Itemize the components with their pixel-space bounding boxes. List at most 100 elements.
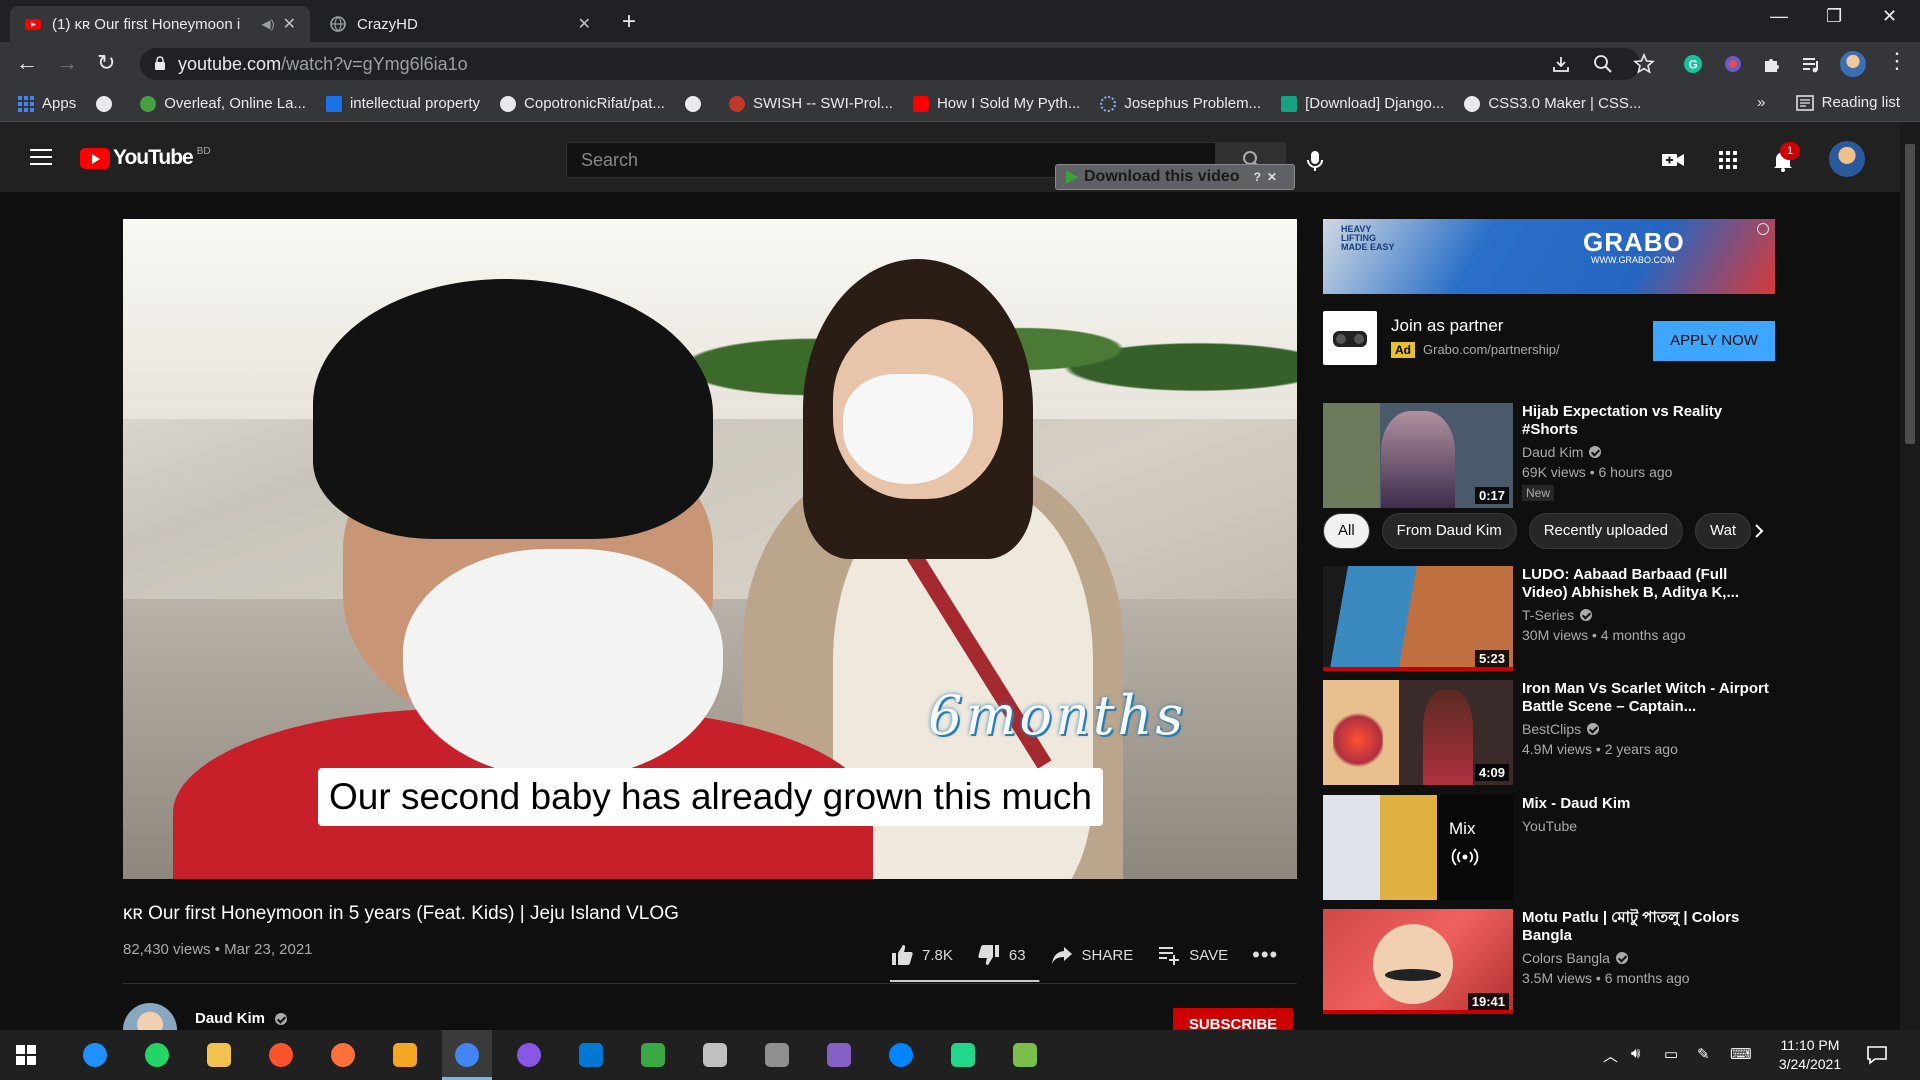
taskbar-app[interactable] (256, 1030, 306, 1080)
browser-menu-icon[interactable]: ⋮ (1886, 50, 1908, 72)
bookmark-youtube-video[interactable]: How I Sold My Pyth... (912, 95, 1080, 112)
account-avatar[interactable] (1829, 141, 1865, 177)
action-center-icon[interactable] (1866, 1045, 1888, 1065)
taskbar-app[interactable] (380, 1030, 430, 1080)
taskbar-clock[interactable]: 11:10 PM 3/24/2021 (1770, 1036, 1850, 1074)
tab-crazyhd[interactable]: CrazyHD ✕ (315, 6, 605, 42)
taskbar-app[interactable] (752, 1030, 802, 1080)
apply-now-button[interactable]: APPLY NOW (1653, 321, 1775, 361)
video-thumbnail[interactable]: 5:23 (1323, 566, 1513, 671)
bookmark-globe-2[interactable] (684, 95, 709, 112)
taskbar-app[interactable] (70, 1030, 120, 1080)
ad-info-icon[interactable] (1757, 223, 1769, 235)
install-icon[interactable] (1550, 53, 1572, 75)
windows-taskbar: ︿ 🔊︎ ▭ ✎ ⌨ 11:10 PM 3/24/2021 (0, 1030, 1920, 1080)
recommended-video[interactable]: 5:23 LUDO: Aabaad Barbaad (Full Video) A… (1323, 566, 1775, 674)
ad-card[interactable]: Join as partner Ad Grabo.com/partnership… (1323, 311, 1775, 367)
taskbar-app[interactable] (318, 1030, 368, 1080)
vscode-icon (579, 1043, 603, 1067)
taskbar-app[interactable] (628, 1030, 678, 1080)
grammarly-extension-icon[interactable]: G (1682, 53, 1704, 75)
bookmark-django[interactable]: [Download] Django... (1281, 95, 1444, 112)
recommended-video[interactable]: 0:17 Hijab Expectation vs Reality #Short… (1323, 403, 1775, 511)
taskbar-app[interactable] (814, 1030, 864, 1080)
download-help-icon[interactable]: ? (1254, 170, 1261, 184)
new-tab-button[interactable]: + (622, 8, 636, 36)
recommended-video[interactable]: 4:09 Iron Man Vs Scarlet Witch - Airport… (1323, 680, 1775, 788)
chip-recently-uploaded[interactable]: Recently uploaded (1528, 513, 1683, 549)
like-button[interactable]: 7.8K (890, 943, 953, 967)
video-thumbnail[interactable]: 4:09 (1323, 680, 1513, 785)
tab-close-icon[interactable]: ✕ (283, 14, 296, 34)
taskbar-app[interactable] (442, 1030, 492, 1080)
chip-from-channel[interactable]: From Daud Kim (1381, 513, 1517, 549)
taskbar-app[interactable] (938, 1030, 988, 1080)
youtube-logo[interactable]: YouTube BD (80, 146, 211, 170)
pen-icon[interactable]: ✎ (1697, 1045, 1710, 1063)
puzzle-extensions-icon[interactable] (1761, 53, 1783, 75)
tray-expand-icon[interactable]: ︿ (1603, 1045, 1618, 1066)
extension-icon[interactable] (1722, 53, 1744, 75)
bookmark-globe-1[interactable] (96, 95, 120, 112)
chevron-right-icon[interactable] (1750, 522, 1768, 540)
back-button[interactable]: ← (16, 52, 38, 74)
create-video-icon[interactable] (1660, 148, 1686, 172)
restore-button[interactable]: ❐ (1826, 6, 1842, 27)
recommended-mix[interactable]: Mix Mix - Daud Kim YouTube (1323, 795, 1775, 903)
ad-banner[interactable]: HEAVY LIFTING MADE EASY GRABO WWW.GRABO.… (1323, 219, 1775, 294)
tab-audio-icon[interactable]: ◀) (261, 17, 274, 31)
zoom-icon[interactable] (1592, 53, 1614, 75)
more-actions-icon[interactable]: ••• (1252, 942, 1278, 968)
taskbar-app[interactable] (194, 1030, 244, 1080)
youtube-icon (912, 95, 929, 112)
bookmark-josephus[interactable]: Josephus Problem... (1100, 95, 1261, 112)
chip-watched[interactable]: Wat (1694, 513, 1752, 549)
page-scrollbar[interactable] (1900, 122, 1920, 1030)
download-label: Download this video (1084, 168, 1240, 185)
forward-button[interactable]: → (56, 52, 78, 74)
reading-list-button[interactable]: Reading list (1795, 94, 1900, 111)
guide-menu-icon[interactable] (30, 149, 52, 165)
save-button[interactable]: SAVE (1157, 943, 1228, 967)
taskbar-app[interactable] (504, 1030, 554, 1080)
scrollbar-thumb[interactable] (1905, 144, 1915, 444)
channel-name[interactable]: Daud Kim (195, 1010, 288, 1027)
more-bookmarks-icon[interactable]: » (1757, 94, 1765, 111)
network-icon[interactable]: ▭ (1664, 1045, 1678, 1063)
taskbar-app[interactable] (1000, 1030, 1050, 1080)
bookmark-intellectual-property[interactable]: intellectual property (325, 95, 480, 112)
microphone-icon[interactable] (1303, 149, 1327, 173)
taskbar-app[interactable] (566, 1030, 616, 1080)
download-video-button[interactable]: Download this video ? ✕ (1055, 164, 1295, 190)
taskbar-app[interactable] (690, 1030, 740, 1080)
video-thumbnail[interactable]: 0:17 (1323, 403, 1513, 508)
keyboard-icon[interactable]: ⌨ (1730, 1045, 1752, 1063)
bookmark-swish[interactable]: SWISH -- SWI-Prol... (728, 95, 893, 112)
volume-icon[interactable]: 🔊︎ (1631, 1045, 1640, 1062)
taskbar-app[interactable] (132, 1030, 182, 1080)
chip-all[interactable]: All (1323, 513, 1370, 549)
download-close-icon[interactable]: ✕ (1267, 170, 1277, 184)
taskbar-app[interactable] (876, 1030, 926, 1080)
bookmark-css-maker[interactable]: CSS3.0 Maker | CSS... (1464, 95, 1641, 112)
apps-icon[interactable] (1715, 148, 1741, 172)
windows-start-icon[interactable] (16, 1045, 36, 1065)
bookmark-apps[interactable]: Apps (18, 95, 76, 112)
video-player[interactable]: 6months Our second baby has already grow… (123, 219, 1297, 879)
bookmark-overleaf[interactable]: Overleaf, Online La... (140, 95, 306, 112)
video-thumbnail[interactable]: Mix (1323, 795, 1513, 900)
bookmark-star-icon[interactable] (1633, 53, 1655, 75)
share-button[interactable]: SHARE (1050, 943, 1133, 967)
minimize-button[interactable]: — (1770, 6, 1788, 27)
tab-close-icon[interactable]: ✕ (578, 14, 591, 34)
profile-avatar[interactable] (1840, 51, 1866, 77)
dislike-button[interactable]: 63 (977, 943, 1026, 967)
media-control-icon[interactable] (1800, 53, 1822, 75)
recommended-video[interactable]: 19:41 Motu Patlu | মোটু পাতলু | Colors B… (1323, 909, 1775, 1017)
window-close-button[interactable]: ✕ (1882, 6, 1897, 27)
video-thumbnail[interactable]: 19:41 (1323, 909, 1513, 1014)
reload-button[interactable]: ↻ (97, 52, 115, 74)
bookmark-github[interactable]: CopotronicRifat/pat... (500, 95, 665, 112)
tab-youtube[interactable]: (1) ᴋʀ Our first Honeymoon i ◀) ✕ (10, 6, 310, 42)
address-bar[interactable]: youtube.com/watch?v=gYmg6l6ia1o (140, 48, 1640, 80)
